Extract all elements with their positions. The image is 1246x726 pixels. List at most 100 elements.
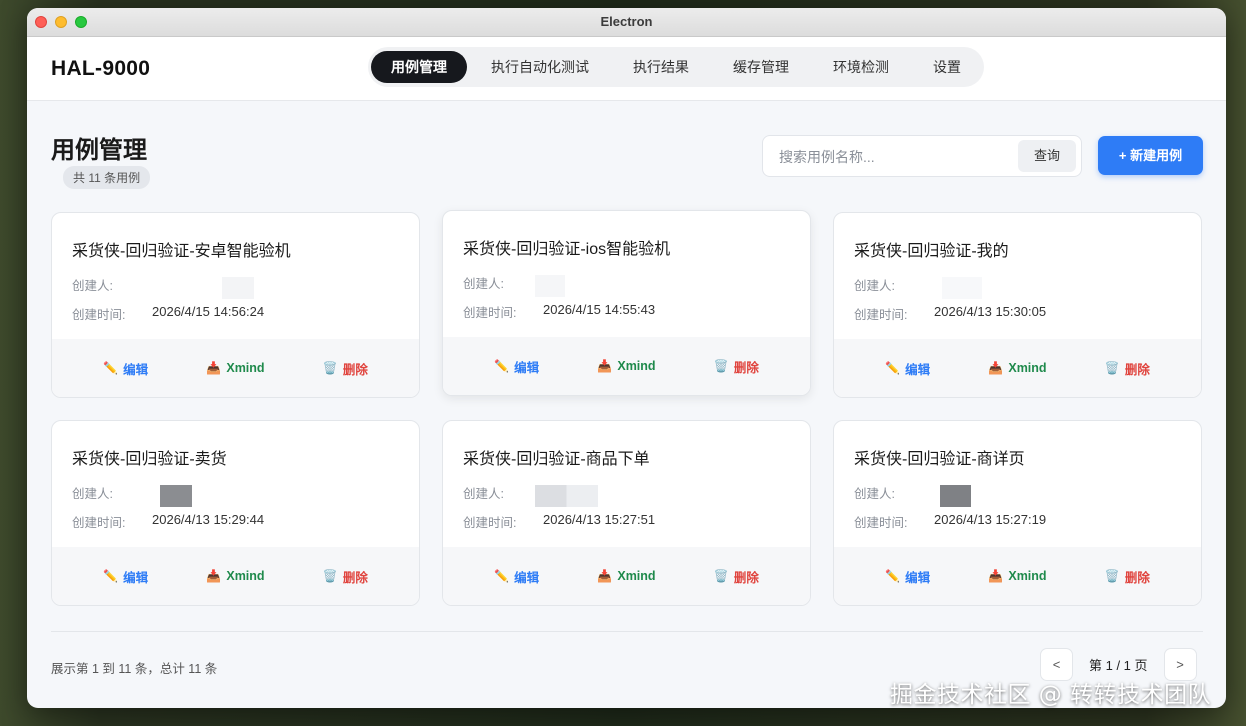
- created-time-value: 2026/4/13 15:27:19: [934, 512, 1047, 527]
- trash-icon: 🗑️: [713, 359, 729, 373]
- creator-redacted: [222, 277, 254, 299]
- xmind-button[interactable]: 📥 Xmind: [597, 359, 655, 373]
- xmind-button[interactable]: 📥 Xmind: [206, 361, 264, 375]
- zoom-window-button[interactable]: [75, 16, 87, 28]
- edit-label: 编辑: [514, 570, 540, 585]
- tab-case-management[interactable]: 用例管理: [371, 51, 467, 83]
- case-card[interactable]: 采货侠-回归验证-ios智能验机 创建人: 创建时间: 2026/4/15 14…: [442, 210, 811, 396]
- window-controls: [35, 16, 87, 28]
- trash-icon: 🗑️: [1104, 361, 1120, 375]
- case-title: 采货侠-回归验证-安卓智能验机: [72, 243, 291, 260]
- xmind-icon: 📥: [597, 569, 613, 583]
- case-card[interactable]: 采货侠-回归验证-我的 创建人: 创建时间: 2026/4/13 15:30:0…: [833, 212, 1202, 398]
- edit-label: 编辑: [123, 362, 149, 377]
- xmind-icon: 📥: [988, 361, 1004, 375]
- minimize-window-button[interactable]: [55, 16, 67, 28]
- creator-redacted: [160, 485, 192, 507]
- page-title: 用例管理: [51, 137, 147, 164]
- case-card[interactable]: 采货侠-回归验证-卖货 创建人: 创建时间: 2026/4/13 15:29:4…: [51, 420, 420, 606]
- main-nav: 用例管理 执行自动化测试 执行结果 缓存管理 环境检测 设置: [368, 47, 984, 87]
- xmind-button[interactable]: 📥 Xmind: [988, 569, 1046, 583]
- xmind-label: Xmind: [617, 569, 656, 583]
- creator-label: 创建人:: [854, 279, 895, 293]
- delete-label: 删除: [342, 570, 368, 585]
- created-time-label: 创建时间:: [854, 516, 908, 530]
- search-button[interactable]: 查询: [1018, 140, 1076, 172]
- creator-redacted: [535, 275, 565, 297]
- created-time-value: 2026/4/13 15:29:44: [152, 512, 265, 527]
- pencil-icon: ✏️: [885, 569, 901, 583]
- edit-button[interactable]: ✏️ 编辑: [494, 357, 539, 376]
- xmind-label: Xmind: [617, 359, 656, 373]
- created-time-value: 2026/4/15 14:56:24: [152, 304, 265, 319]
- app-window: Electron HAL-9000 用例管理 执行自动化测试 执行结果 缓存管理…: [27, 8, 1226, 708]
- edit-button[interactable]: ✏️ 编辑: [494, 567, 539, 586]
- delete-button[interactable]: 🗑️ 删除: [714, 567, 759, 586]
- delete-label: 删除: [1124, 570, 1150, 585]
- delete-button[interactable]: 🗑️ 删除: [1105, 359, 1150, 378]
- app-header: HAL-9000 用例管理 执行自动化测试 执行结果 缓存管理 环境检测 设置: [27, 37, 1226, 101]
- trash-icon: 🗑️: [713, 569, 729, 583]
- xmind-label: Xmind: [226, 569, 265, 583]
- search-input[interactable]: [777, 146, 1011, 168]
- xmind-icon: 📥: [206, 361, 222, 375]
- card-actions: ✏️ 编辑 📥 Xmind 🗑️ 删除: [52, 547, 419, 605]
- footer-divider: [51, 631, 1203, 632]
- pencil-icon: ✏️: [885, 361, 901, 375]
- created-time-label: 创建时间:: [72, 516, 126, 530]
- xmind-button[interactable]: 📥 Xmind: [988, 361, 1046, 375]
- delete-button[interactable]: 🗑️ 删除: [323, 567, 368, 586]
- creator-label: 创建人:: [72, 279, 113, 293]
- edit-button[interactable]: ✏️ 编辑: [103, 567, 148, 586]
- edit-label: 编辑: [905, 570, 931, 585]
- new-case-button[interactable]: + 新建用例: [1098, 136, 1203, 175]
- created-time-label: 创建时间:: [463, 516, 517, 530]
- edit-button[interactable]: ✏️ 编辑: [885, 359, 930, 378]
- created-time-label: 创建时间:: [72, 308, 126, 322]
- case-card[interactable]: 采货侠-回归验证-商品下单 创建人: 创建时间: 2026/4/13 15:27…: [442, 420, 811, 606]
- xmind-label: Xmind: [226, 361, 265, 375]
- card-actions: ✏️ 编辑 📥 Xmind 🗑️ 删除: [834, 339, 1201, 397]
- xmind-icon: 📥: [988, 569, 1004, 583]
- creator-label: 创建人:: [463, 487, 504, 501]
- pencil-icon: ✏️: [494, 569, 510, 583]
- window-title: Electron: [600, 14, 653, 29]
- xmind-icon: 📥: [206, 569, 222, 583]
- edit-label: 编辑: [514, 360, 540, 375]
- delete-button[interactable]: 🗑️ 删除: [714, 357, 759, 376]
- delete-button[interactable]: 🗑️ 删除: [1105, 567, 1150, 586]
- xmind-icon: 📥: [597, 359, 613, 373]
- tab-settings[interactable]: 设置: [913, 51, 981, 83]
- case-title: 采货侠-回归验证-商品下单: [463, 451, 650, 468]
- pagination-summary: 展示第 1 到 11 条，总计 11 条: [51, 662, 218, 676]
- case-title: 采货侠-回归验证-卖货: [72, 451, 227, 468]
- creator-redacted: [940, 485, 971, 507]
- case-card[interactable]: 采货侠-回归验证-商详页 创建人: 创建时间: 2026/4/13 15:27:…: [833, 420, 1202, 606]
- creator-label: 创建人:: [854, 487, 895, 501]
- created-time-label: 创建时间:: [463, 306, 517, 320]
- tab-cache[interactable]: 缓存管理: [713, 51, 809, 83]
- brand-logo-text: HAL-9000: [51, 57, 151, 80]
- xmind-label: Xmind: [1008, 569, 1047, 583]
- trash-icon: 🗑️: [1104, 569, 1120, 583]
- tab-env-check[interactable]: 环境检测: [813, 51, 909, 83]
- trash-icon: 🗑️: [322, 569, 338, 583]
- creator-redacted: [535, 485, 598, 507]
- delete-label: 删除: [733, 360, 759, 375]
- delete-button[interactable]: 🗑️ 删除: [323, 359, 368, 378]
- edit-button[interactable]: ✏️ 编辑: [103, 359, 148, 378]
- tab-run-automation[interactable]: 执行自动化测试: [471, 51, 609, 83]
- card-actions: ✏️ 编辑 📥 Xmind 🗑️ 删除: [834, 547, 1201, 605]
- close-window-button[interactable]: [35, 16, 47, 28]
- search-box: 查询: [762, 135, 1082, 177]
- title-bar: Electron: [27, 8, 1226, 37]
- case-card[interactable]: 采货侠-回归验证-安卓智能验机 创建人: 创建时间: 2026/4/15 14:…: [51, 212, 420, 398]
- delete-label: 删除: [342, 362, 368, 377]
- xmind-button[interactable]: 📥 Xmind: [597, 569, 655, 583]
- card-actions: ✏️ 编辑 📥 Xmind 🗑️ 删除: [443, 547, 810, 605]
- watermark: 掘金技术社区 @ 转转技术团队: [890, 682, 1212, 708]
- edit-button[interactable]: ✏️ 编辑: [885, 567, 930, 586]
- xmind-button[interactable]: 📥 Xmind: [206, 569, 264, 583]
- tab-results[interactable]: 执行结果: [613, 51, 709, 83]
- creator-label: 创建人:: [463, 277, 504, 291]
